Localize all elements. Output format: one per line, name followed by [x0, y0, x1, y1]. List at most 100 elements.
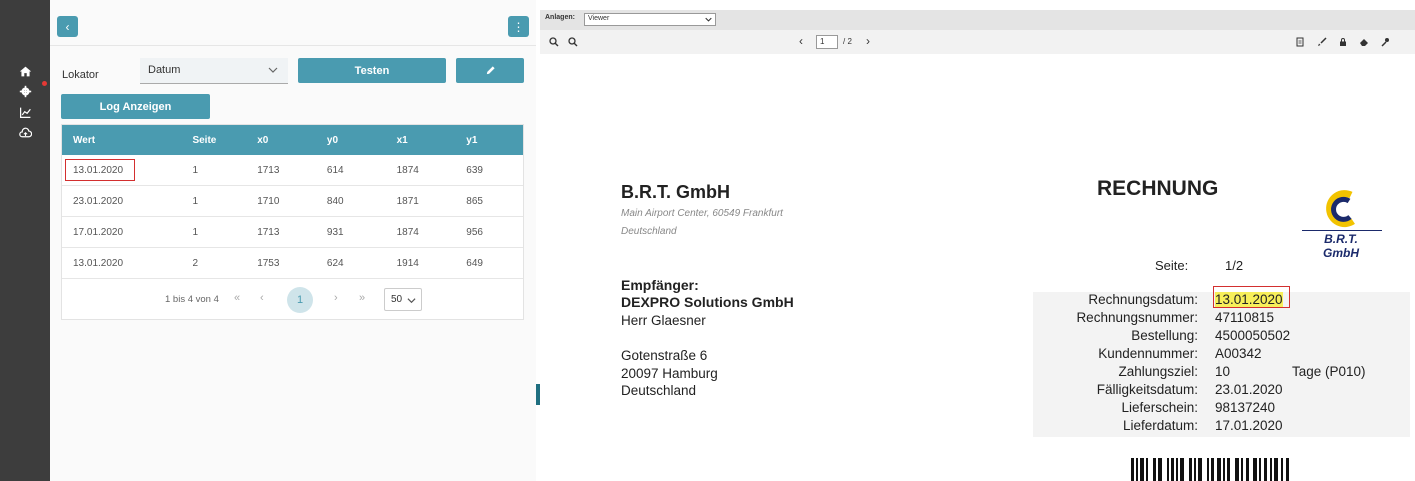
invoice-details-labels: Rechnungsdatum: Rechnungsnummer: Bestell…	[1033, 292, 1198, 437]
attachments-select[interactable]: Viewer	[584, 13, 716, 26]
locator-select[interactable]: Datum	[140, 58, 288, 84]
page-total: / 2	[843, 37, 852, 46]
prev-page-button[interactable]: ‹	[260, 292, 264, 304]
wrench-icon[interactable]	[1379, 36, 1391, 48]
current-page-button[interactable]: 1	[287, 287, 313, 313]
field-label: Rechnungsdatum:	[1088, 292, 1198, 307]
field-label: Bestellung:	[1131, 328, 1198, 343]
app-root: ‹ ⋮ Lokator Datum Testen Log Anzeigen We…	[0, 0, 1415, 481]
field-label: Zahlungsziel:	[1118, 364, 1198, 379]
field-label: Lieferschein:	[1121, 400, 1198, 415]
table-cell: 865	[466, 195, 483, 207]
menu-button[interactable]: ⋮	[508, 16, 529, 37]
lock-icon[interactable]	[1337, 36, 1349, 48]
field-value: A00342	[1215, 346, 1262, 361]
settings-icon[interactable]	[17, 81, 47, 99]
attachments-label: Anlagen:	[545, 14, 575, 21]
located-value-highlight	[1213, 286, 1290, 308]
invoice-page: B.R.T. GmbH Main Airport Center, 60549 F…	[540, 54, 1415, 481]
brush-icon[interactable]	[1316, 36, 1328, 48]
chevron-down-icon	[705, 17, 712, 22]
locator-label: Lokator	[62, 69, 99, 81]
chevron-down-icon	[407, 298, 416, 304]
paginator: 1 bis 4 von 4 « ‹ 1 › » 50	[62, 279, 523, 319]
next-page-button[interactable]: ›	[334, 292, 338, 304]
table-cell: 1	[192, 195, 199, 207]
field-value: 10	[1215, 364, 1231, 379]
table-cell: 1713	[257, 164, 280, 176]
home-icon[interactable]	[17, 63, 33, 79]
table-cell: 1	[192, 226, 199, 238]
last-page-button[interactable]: »	[359, 292, 365, 304]
table-cell: 639	[466, 164, 483, 176]
prev-doc-page-button[interactable]: ‹	[799, 34, 803, 48]
table-cell: 13.01.2020	[73, 257, 124, 269]
log-button-label: Log Anzeigen	[99, 100, 172, 113]
column-header[interactable]: Wert	[62, 125, 181, 155]
document-viewer: Anlagen: Viewer ‹ 1 / 2 › B.R.T. GmbH Ma…	[540, 0, 1415, 481]
edit-button[interactable]	[456, 58, 524, 83]
attachments-bar: Anlagen: Viewer	[540, 10, 1415, 30]
page-input[interactable]: 1	[816, 35, 838, 49]
sidebar-top	[0, 0, 50, 46]
field-label: Kundennummer:	[1098, 346, 1198, 361]
page-size-select[interactable]: 50	[384, 288, 422, 311]
table-cell: 624	[326, 257, 344, 269]
logo-text-line2: GmbH	[1323, 246, 1359, 260]
field-label: Fälligkeitsdatum:	[1096, 382, 1198, 397]
table-row[interactable]: 13.01.2020 2 1753 624 1914 649	[62, 248, 523, 279]
table-header: Wert Seite x0 y0 x1 y1	[62, 125, 523, 155]
page-size-value: 50	[391, 294, 403, 305]
column-header[interactable]: y0	[316, 125, 386, 155]
sender-address: Main Airport Center, 60549 Frankfurt	[621, 208, 783, 219]
table-cell: 1	[192, 164, 199, 176]
recipient-city: 20097 Hamburg	[621, 366, 718, 381]
column-header[interactable]: x1	[386, 125, 456, 155]
next-doc-page-button[interactable]: ›	[866, 34, 870, 48]
sender-company: B.R.T. GmbH	[621, 182, 731, 202]
page-value: 1/2	[1225, 258, 1244, 273]
table-cell: 1753	[257, 257, 280, 269]
selection-highlight	[65, 159, 135, 181]
column-header[interactable]: x0	[246, 125, 316, 155]
column-header[interactable]: Seite	[181, 125, 246, 155]
logo-text-line1: B.R.T.	[1324, 232, 1358, 246]
recipient-country: Deutschland	[621, 383, 697, 398]
pencil-icon	[486, 66, 495, 75]
vertical-dots-icon: ⋮	[512, 19, 525, 34]
recipient-name: DEXPRO Solutions GmbH	[621, 294, 794, 310]
table-cell: 1871	[396, 195, 419, 207]
table-cell: 17.01.2020	[73, 226, 124, 238]
results-table: Wert Seite x0 y0 x1 y1 13.01.2020 1 1713…	[61, 124, 524, 320]
page-label: Seite:	[1155, 258, 1189, 273]
field-value: 98137240	[1215, 400, 1276, 415]
test-button[interactable]: Testen	[298, 58, 446, 83]
test-button-label: Testen	[354, 64, 390, 77]
zoom-in-icon[interactable]	[567, 36, 579, 48]
table-row[interactable]: 13.01.2020 1 1713 614 1874 639	[62, 155, 523, 186]
field-label: Rechnungsnummer:	[1076, 310, 1198, 325]
chart-icon[interactable]	[17, 104, 33, 120]
back-button[interactable]: ‹	[57, 16, 78, 37]
notification-dot	[42, 81, 47, 86]
table-cell: 840	[326, 195, 344, 207]
zoom-out-icon[interactable]	[548, 36, 560, 48]
attachments-value: Viewer	[588, 15, 610, 22]
cloud-upload-icon[interactable]	[17, 125, 33, 141]
document-icon[interactable]	[1294, 36, 1306, 48]
viewer-toolbar: ‹ 1 / 2 ›	[540, 30, 1415, 54]
sender-country: Deutschland	[621, 226, 677, 237]
chevron-down-icon	[268, 67, 278, 73]
invoice-title: RECHNUNG	[1097, 177, 1219, 200]
table-row[interactable]: 17.01.2020 1 1713 931 1874 956	[62, 217, 523, 248]
eraser-icon[interactable]	[1358, 36, 1370, 48]
recipient-label: Empfänger:	[621, 277, 699, 293]
recipient-street: Gotenstraße 6	[621, 348, 708, 363]
locator-select-value: Datum	[148, 64, 181, 76]
log-button[interactable]: Log Anzeigen	[61, 94, 210, 119]
field-value: 17.01.2020	[1215, 418, 1283, 433]
pager-info: 1 bis 4 von 4	[165, 294, 219, 305]
first-page-button[interactable]: «	[234, 292, 240, 304]
table-row[interactable]: 23.01.2020 1 1710 840 1871 865	[62, 186, 523, 217]
column-header[interactable]: y1	[455, 125, 523, 155]
